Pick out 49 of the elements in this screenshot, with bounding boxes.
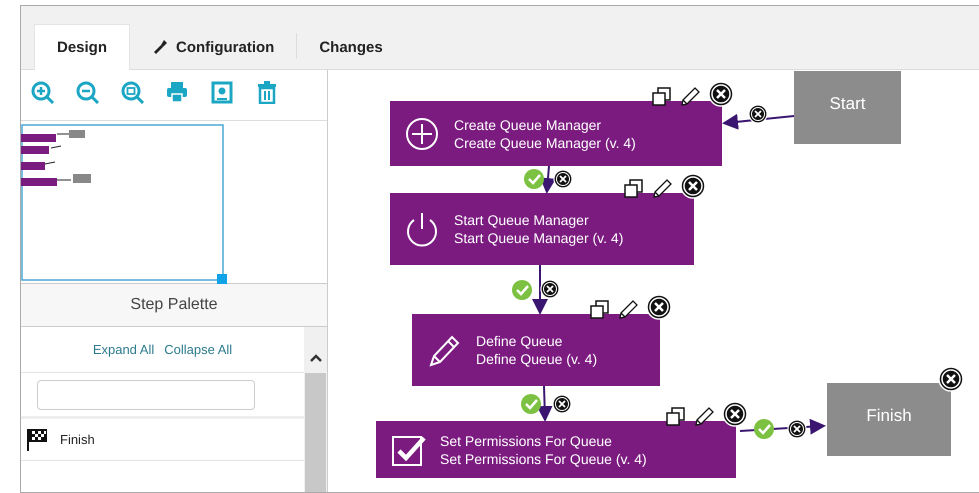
check-icon[interactable] <box>512 280 532 300</box>
check-icon[interactable] <box>754 419 774 439</box>
delete-icon[interactable] <box>552 394 572 414</box>
check-icon[interactable] <box>524 169 544 189</box>
scrollbar[interactable] <box>304 327 327 492</box>
pencil-icon[interactable] <box>618 299 638 319</box>
step-node[interactable]: Start Queue Manager Start Queue Manager (v. 4) <box>390 193 694 265</box>
search-field[interactable] <box>37 380 255 410</box>
connector-arrow <box>536 386 553 422</box>
scroll-up-icon[interactable] <box>308 353 322 363</box>
tab[interactable]: Changes <box>297 25 405 69</box>
tab[interactable]: Design <box>34 24 130 70</box>
pencil-icon[interactable] <box>694 406 714 426</box>
delete-icon[interactable] <box>540 279 560 299</box>
delete-icon[interactable] <box>748 104 768 124</box>
power-icon <box>404 211 440 247</box>
zoom-in-icon[interactable] <box>30 80 54 104</box>
zoom-out-icon[interactable] <box>75 80 99 104</box>
copy-icon[interactable] <box>590 300 609 319</box>
plus-icon <box>404 116 440 152</box>
palette-item[interactable]: Finish <box>21 419 304 461</box>
step-node[interactable]: Create Queue Manager Create Queue Manager (v. 4) <box>390 101 722 166</box>
link[interactable]: Expand All <box>92 342 154 357</box>
copy-icon[interactable] <box>652 87 671 106</box>
delete-icon[interactable] <box>708 81 734 107</box>
link[interactable]: Collapse All <box>164 342 232 357</box>
check-icon[interactable] <box>521 394 541 414</box>
tab[interactable]: Configuration <box>130 25 296 69</box>
zoom-fit-icon[interactable] <box>120 80 144 104</box>
trash-icon[interactable] <box>255 80 279 104</box>
delete-icon[interactable] <box>646 294 672 320</box>
flag-icon <box>26 428 48 452</box>
panel-title: Step Palette <box>21 284 327 327</box>
delete-icon[interactable] <box>787 419 807 439</box>
delete-icon[interactable] <box>938 366 964 392</box>
connector-arrow <box>540 166 556 194</box>
copy-icon[interactable] <box>624 179 643 198</box>
connector-arrow <box>532 265 548 315</box>
pencil-icon[interactable] <box>652 178 672 198</box>
delete-icon[interactable] <box>722 401 748 427</box>
save-icon[interactable] <box>210 80 234 104</box>
delete-icon[interactable] <box>680 173 706 199</box>
copy-icon[interactable] <box>666 407 685 426</box>
step-node[interactable]: Set Permissions For Queue Set Permissions For Queue (v. 4) <box>376 421 736 478</box>
pencil-icon[interactable] <box>680 86 700 106</box>
wrench-icon <box>152 39 168 55</box>
print-icon[interactable] <box>165 80 189 104</box>
delete-icon[interactable] <box>553 169 573 189</box>
step-node[interactable]: Define Queue Define Queue (v. 4) <box>412 314 660 386</box>
